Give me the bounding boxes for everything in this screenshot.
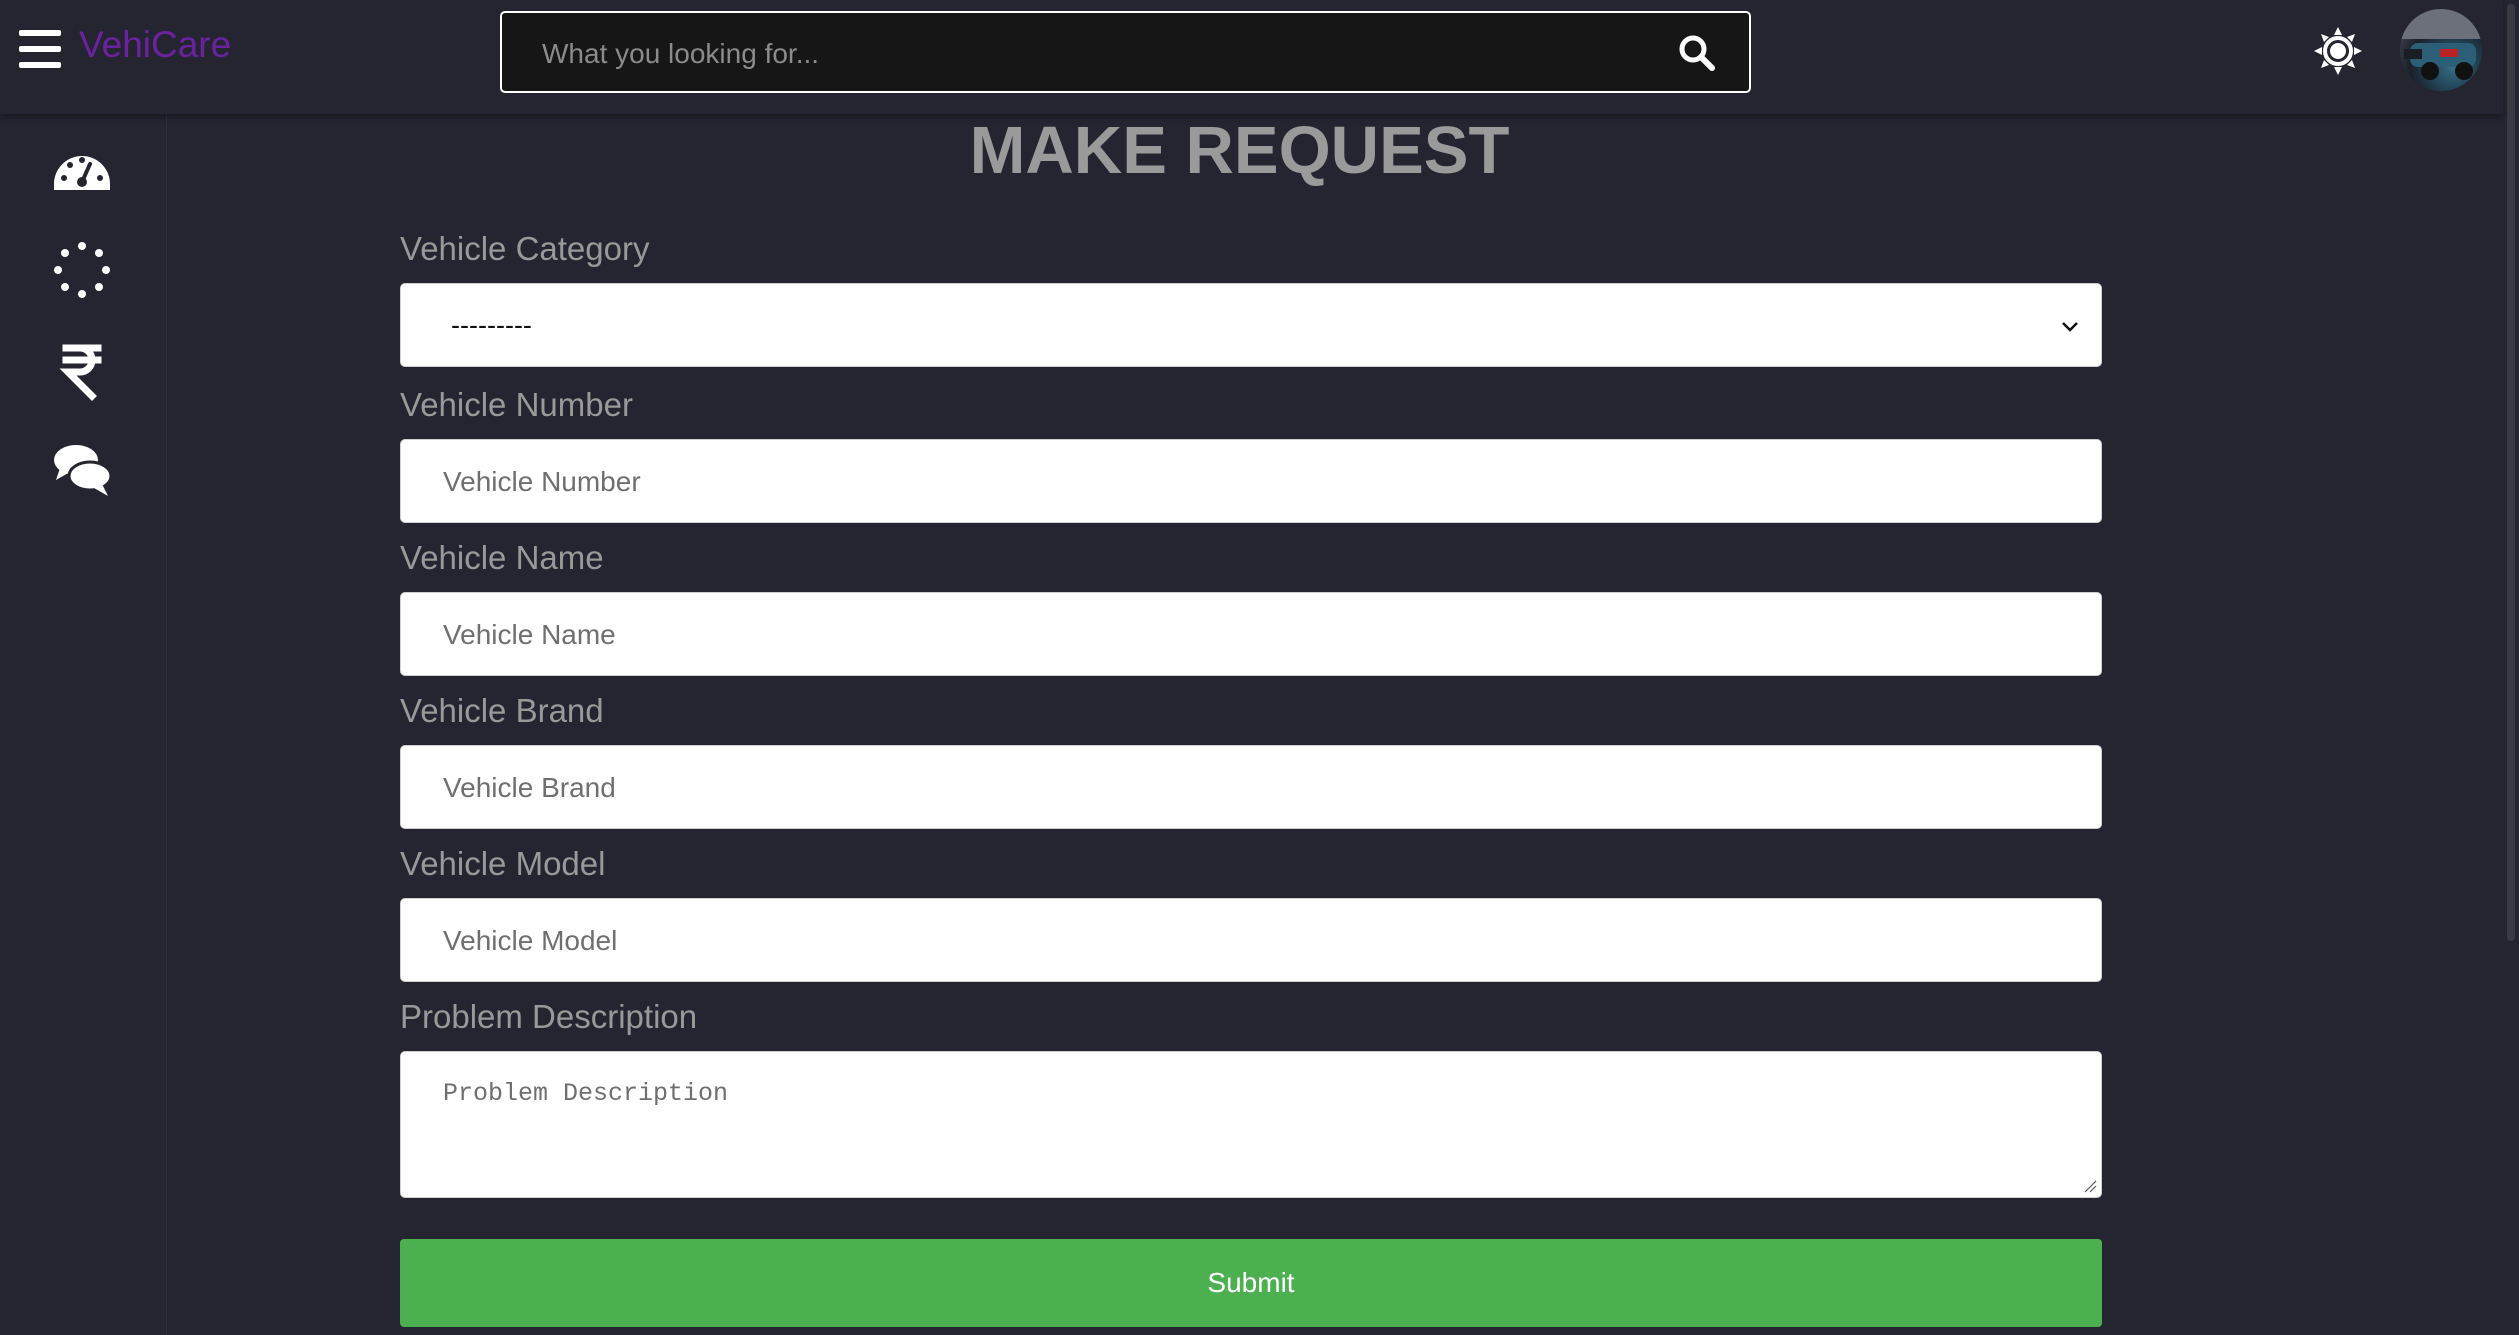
vehicle-brand-label: Vehicle Brand <box>400 692 604 729</box>
rupee-icon[interactable] <box>50 338 114 402</box>
brand-logo[interactable]: VehiCare <box>79 24 231 66</box>
search-icon[interactable] <box>1675 31 1719 75</box>
vehicle-number-label: Vehicle Number <box>400 386 633 423</box>
vehicle-brand-placeholder: Vehicle Brand <box>443 772 616 803</box>
scrollbar-thumb[interactable] <box>2507 4 2515 941</box>
spinner-dots-icon[interactable] <box>50 238 114 302</box>
vehicle-brand-input[interactable]: Vehicle Brand <box>400 745 2102 829</box>
submit-button[interactable]: Submit <box>400 1239 2102 1327</box>
vehicle-category-value: --------- <box>451 310 532 340</box>
resize-handle-icon[interactable] <box>2081 1177 2097 1193</box>
chevron-down-icon <box>2059 316 2081 338</box>
sidebar <box>0 114 167 1335</box>
vehicle-category-select[interactable]: --------- <box>400 283 2102 367</box>
vehicle-number-input[interactable]: Vehicle Number <box>400 439 2102 523</box>
top-navbar: VehiCare What you looking for... <box>0 0 2503 114</box>
problem-description-label: Problem Description <box>400 998 698 1035</box>
search-input[interactable]: What you looking for... <box>542 38 819 70</box>
user-avatar[interactable] <box>2400 9 2482 91</box>
vehicle-model-label: Vehicle Model <box>400 845 606 882</box>
problem-description-textarea[interactable]: Problem Description <box>400 1051 2102 1198</box>
hamburger-menu-icon[interactable] <box>19 30 61 68</box>
vehicle-model-placeholder: Vehicle Model <box>443 925 618 956</box>
search-bar[interactable]: What you looking for... <box>500 11 1751 93</box>
vehicle-name-input[interactable]: Vehicle Name <box>400 592 2102 676</box>
chat-bubbles-icon[interactable] <box>50 438 114 502</box>
vehicle-name-label: Vehicle Name <box>400 539 604 576</box>
page-title: MAKE REQUEST <box>969 113 1510 188</box>
sun-icon[interactable] <box>2312 25 2364 77</box>
problem-description-placeholder: Problem Description <box>443 1079 729 1108</box>
vehicle-name-placeholder: Vehicle Name <box>443 619 616 650</box>
page-scrollbar[interactable] <box>2503 0 2519 1335</box>
vehicle-number-placeholder: Vehicle Number <box>443 466 641 497</box>
vehicle-category-label: Vehicle Category <box>400 230 650 267</box>
vehicle-model-input[interactable]: Vehicle Model <box>400 898 2102 982</box>
